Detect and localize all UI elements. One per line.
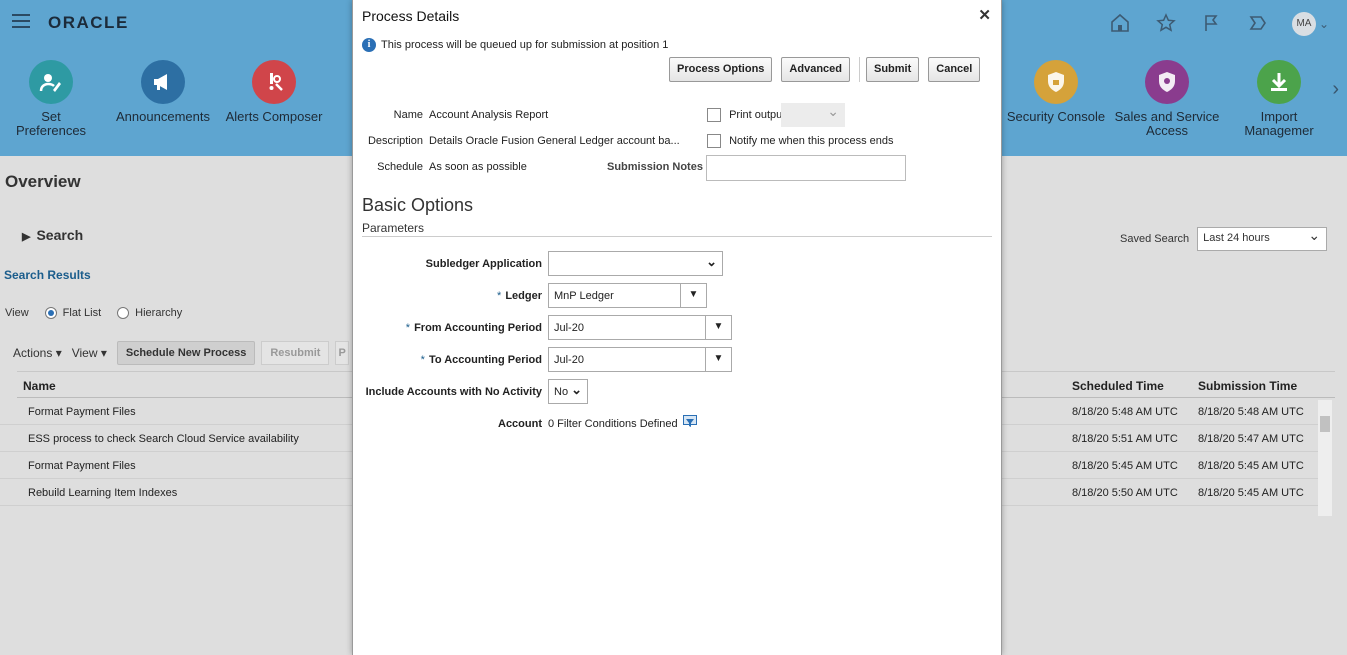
from-accounting-period-row: * From Accounting Period Jul-20 ▼ xyxy=(353,315,1003,341)
set-preferences-icon xyxy=(29,60,73,104)
submit-button[interactable]: Submit xyxy=(866,57,920,82)
notifications-icon[interactable] xyxy=(1246,13,1270,35)
to-accounting-period-combobox[interactable]: Jul-20 ▼ xyxy=(548,347,732,372)
column-header-scheduled-time[interactable]: Scheduled Time xyxy=(1072,379,1164,393)
megaphone-icon xyxy=(141,60,185,104)
column-header-submission-time[interactable]: Submission Time xyxy=(1198,379,1297,393)
required-asterisk: * xyxy=(420,354,425,366)
filter-icon[interactable] xyxy=(683,415,697,429)
home-icon[interactable] xyxy=(1108,13,1132,35)
search-section-toggle[interactable]: ▶ Search xyxy=(22,227,83,243)
notify-checkbox[interactable] xyxy=(707,134,721,148)
close-icon[interactable]: ✕ xyxy=(978,6,991,24)
parameters-heading: Parameters xyxy=(362,221,425,235)
submission-notes-label: Submission Notes xyxy=(607,161,703,173)
schedule-new-process-button[interactable]: Schedule New Process xyxy=(116,341,256,365)
user-menu[interactable]: MA ⌄ xyxy=(1291,12,1329,36)
from-accounting-period-combobox[interactable]: Jul-20 ▼ xyxy=(548,315,732,340)
page-title: Overview xyxy=(5,172,81,191)
saved-search-select[interactable]: Last 24 hours xyxy=(1197,227,1328,251)
required-asterisk: * xyxy=(405,322,411,334)
basic-options-heading: Basic Options xyxy=(362,195,474,215)
resubmit-button[interactable]: Resubmit xyxy=(261,341,330,365)
to-accounting-period-row: * To Accounting Period Jul-20 ▼ xyxy=(353,347,1003,373)
springboard-import-management[interactable]: Import Managemer xyxy=(1236,60,1322,138)
divider xyxy=(859,57,860,82)
flat-list-radio[interactable] xyxy=(44,307,57,319)
dropdown-arrow-icon[interactable]: ▼ xyxy=(680,283,706,308)
dropdown-arrow-icon[interactable]: ▼ xyxy=(705,347,731,372)
process-details-dialog: Process Details ✕ i This process will be… xyxy=(352,0,1002,655)
divider xyxy=(362,236,992,237)
queue-info-message: i This process will be queued up for sub… xyxy=(362,38,668,52)
notify-row: Notify me when this process ends xyxy=(707,134,894,148)
oracle-logo[interactable]: ORACLE xyxy=(48,13,129,33)
ledger-combobox[interactable]: MnP Ledger ▼ xyxy=(548,283,707,308)
springboard-announcements[interactable]: Announcements xyxy=(114,60,212,124)
account-filter-summary: 0 Filter Conditions Defined xyxy=(548,418,678,430)
print-output-checkbox[interactable] xyxy=(707,108,721,122)
info-icon: i xyxy=(362,38,376,52)
chevron-right-icon[interactable]: › xyxy=(1332,78,1339,101)
include-accounts-row: Include Accounts with No Activity No ⌄ xyxy=(353,379,1003,405)
alert-wrench-icon xyxy=(252,60,296,104)
results-toolbar: Actions ▾ View ▾ Schedule New Process Re… xyxy=(13,341,350,365)
triangle-right-icon: ▶ xyxy=(22,231,31,243)
springboard-alerts-composer[interactable]: Alerts Composer xyxy=(224,60,324,124)
include-accounts-select[interactable]: No ⌄ xyxy=(548,379,588,404)
saved-search: Saved Search Last 24 hours xyxy=(1120,227,1328,251)
watchlist-flag-icon[interactable] xyxy=(1200,13,1224,35)
print-output-select[interactable] xyxy=(781,103,845,127)
process-options-button[interactable]: Process Options xyxy=(669,57,773,82)
required-asterisk: * xyxy=(497,290,502,302)
view-menu[interactable]: View ▾ xyxy=(72,346,107,360)
schedule-value: As soon as possible xyxy=(429,161,527,173)
search-results-heading: Search Results xyxy=(4,268,91,282)
springboard-sales-service-access[interactable]: Sales and Service Access xyxy=(1114,60,1220,138)
shield-key-icon xyxy=(1145,60,1189,104)
chevron-down-icon: ⌄ xyxy=(706,254,717,269)
put-on-hold-button[interactable]: P xyxy=(335,341,350,365)
avatar: MA xyxy=(1291,12,1316,36)
chevron-down-icon: ⌄ xyxy=(1318,17,1329,31)
hierarchy-radio[interactable] xyxy=(117,307,130,319)
submission-notes-input[interactable] xyxy=(706,155,906,181)
dropdown-arrow-icon[interactable]: ▼ xyxy=(705,315,731,340)
account-row: Account 0 Filter Conditions Defined xyxy=(353,411,1003,437)
table-scrollbar[interactable] xyxy=(1318,400,1332,516)
global-icons: MA ⌄ xyxy=(1108,12,1329,36)
scrollbar-thumb[interactable] xyxy=(1320,416,1330,432)
process-description: Details Oracle Fusion General Ledger acc… xyxy=(429,135,680,147)
shield-lock-icon xyxy=(1034,60,1078,104)
ledger-row: * Ledger MnP Ledger ▼ xyxy=(353,283,1003,309)
view-mode-row: View Flat List Hierarchy xyxy=(5,307,183,319)
dialog-button-bar: Process Options Advanced Submit Cancel xyxy=(669,57,981,82)
download-icon xyxy=(1257,60,1301,104)
subledger-application-select[interactable]: ⌄ xyxy=(548,251,723,276)
actions-menu[interactable]: Actions ▾ xyxy=(13,346,62,360)
favorites-star-icon[interactable] xyxy=(1154,13,1178,35)
menu-icon[interactable] xyxy=(12,14,30,30)
advanced-button[interactable]: Advanced xyxy=(781,57,850,82)
print-output-row: Print output xyxy=(707,108,785,122)
dialog-title: Process Details xyxy=(362,8,460,24)
chevron-down-icon: ⌄ xyxy=(571,382,582,397)
springboard-security-console[interactable]: Security Console xyxy=(1005,60,1107,124)
subledger-application-row: Subledger Application ⌄ xyxy=(353,251,1003,277)
column-header-name[interactable]: Name xyxy=(23,379,56,393)
process-name: Account Analysis Report xyxy=(429,109,549,121)
springboard-set-preferences[interactable]: Set Preferences xyxy=(5,60,97,138)
cancel-button[interactable]: Cancel xyxy=(928,57,981,82)
